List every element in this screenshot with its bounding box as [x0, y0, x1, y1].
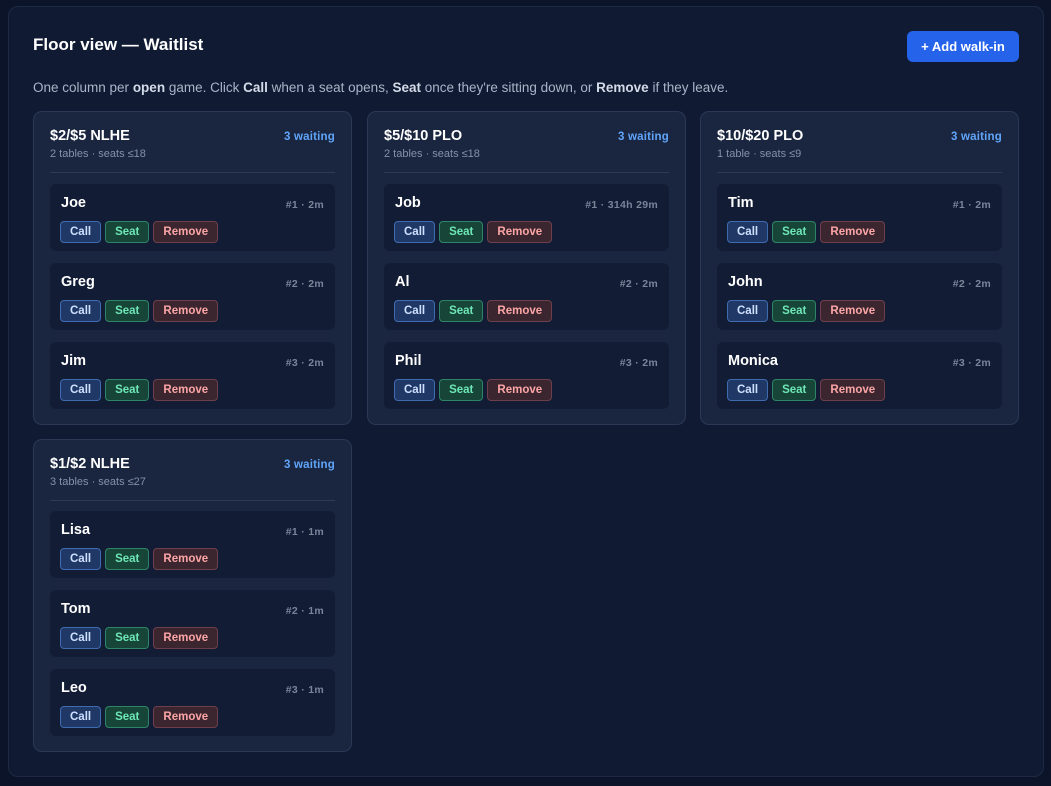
remove-button[interactable]: Remove	[153, 221, 219, 243]
position-time: #3 · 1m	[285, 684, 324, 696]
game-column: $10/$20 PLO 1 table · seats ≤9 3 waiting…	[700, 111, 1019, 425]
seat-button[interactable]: Seat	[105, 706, 150, 728]
remove-button[interactable]: Remove	[153, 379, 219, 401]
divider	[50, 500, 335, 501]
call-button[interactable]: Call	[727, 221, 769, 243]
call-button[interactable]: Call	[60, 221, 102, 243]
player-name: Jim	[61, 353, 86, 369]
waitlist-entry: Tom #2 · 1m Call Seat Remove	[50, 590, 335, 657]
call-button[interactable]: Call	[60, 548, 102, 570]
waitlist-entry: Phil #3 · 2m Call Seat Remove	[384, 342, 669, 409]
waiting-count: 3 waiting	[617, 131, 669, 143]
position-time: #2 · 2m	[285, 278, 324, 290]
waiting-count: 3 waiting	[283, 459, 335, 471]
seat-button[interactable]: Seat	[105, 221, 150, 243]
position-time: #2 · 2m	[952, 278, 991, 290]
waitlist-entry: Al #2 · 2m Call Seat Remove	[384, 263, 669, 330]
remove-button[interactable]: Remove	[820, 221, 886, 243]
waiting-count: 3 waiting	[950, 131, 1002, 143]
call-button[interactable]: Call	[394, 379, 436, 401]
waitlist-entry: Tim #1 · 2m Call Seat Remove	[717, 184, 1002, 251]
player-name: Phil	[395, 353, 422, 369]
remove-button[interactable]: Remove	[153, 300, 219, 322]
game-column: $1/$2 NLHE 3 tables · seats ≤27 3 waitin…	[33, 439, 352, 752]
seat-button[interactable]: Seat	[105, 548, 150, 570]
remove-button[interactable]: Remove	[153, 706, 219, 728]
game-column: $5/$10 PLO 2 tables · seats ≤18 3 waitin…	[367, 111, 686, 425]
player-name: Al	[395, 274, 410, 290]
game-meta: 3 tables · seats ≤27	[50, 476, 146, 488]
call-button[interactable]: Call	[727, 300, 769, 322]
remove-button[interactable]: Remove	[153, 627, 219, 649]
game-meta: 2 tables · seats ≤18	[384, 148, 480, 160]
waitlist-entry: Jim #3 · 2m Call Seat Remove	[50, 342, 335, 409]
seat-button[interactable]: Seat	[105, 300, 150, 322]
call-button[interactable]: Call	[394, 221, 436, 243]
seat-button[interactable]: Seat	[105, 627, 150, 649]
position-time: #1 · 2m	[952, 199, 991, 211]
seat-button[interactable]: Seat	[439, 221, 484, 243]
player-name: Greg	[61, 274, 95, 290]
waitlist-entry: Monica #3 · 2m Call Seat Remove	[717, 342, 1002, 409]
instructions-text: One column per open game. Click Call whe…	[33, 80, 729, 95]
position-time: #2 · 1m	[285, 605, 324, 617]
remove-button[interactable]: Remove	[820, 379, 886, 401]
remove-button[interactable]: Remove	[487, 300, 553, 322]
position-time: #2 · 2m	[619, 278, 658, 290]
position-time: #3 · 2m	[619, 357, 658, 369]
position-time: #1 · 314h 29m	[585, 199, 658, 211]
position-time: #3 · 2m	[285, 357, 324, 369]
call-button[interactable]: Call	[60, 627, 102, 649]
remove-button[interactable]: Remove	[820, 300, 886, 322]
waitlist-entry: John #2 · 2m Call Seat Remove	[717, 263, 1002, 330]
player-name: Tim	[728, 195, 754, 211]
waitlist-panel: Floor view — Waitlist + Add walk-in One …	[8, 6, 1044, 777]
waitlist-entry: Leo #3 · 1m Call Seat Remove	[50, 669, 335, 736]
call-button[interactable]: Call	[727, 379, 769, 401]
waitlist-entry: Job #1 · 314h 29m Call Seat Remove	[384, 184, 669, 251]
player-name: Leo	[61, 680, 87, 696]
position-time: #1 · 1m	[285, 526, 324, 538]
seat-button[interactable]: Seat	[772, 379, 817, 401]
waitlist-entry: Greg #2 · 2m Call Seat Remove	[50, 263, 335, 330]
remove-button[interactable]: Remove	[153, 548, 219, 570]
player-name: Lisa	[61, 522, 91, 538]
player-name: Job	[395, 195, 421, 211]
divider	[50, 172, 335, 173]
divider	[384, 172, 669, 173]
seat-button[interactable]: Seat	[439, 300, 484, 322]
game-column: $2/$5 NLHE 2 tables · seats ≤18 3 waitin…	[33, 111, 352, 425]
player-name: John	[728, 274, 763, 290]
remove-button[interactable]: Remove	[487, 379, 553, 401]
player-name: Joe	[61, 195, 86, 211]
waiting-count: 3 waiting	[283, 131, 335, 143]
add-walk-in-button[interactable]: + Add walk-in	[907, 31, 1019, 62]
seat-button[interactable]: Seat	[772, 300, 817, 322]
call-button[interactable]: Call	[60, 706, 102, 728]
remove-button[interactable]: Remove	[487, 221, 553, 243]
position-time: #1 · 2m	[285, 199, 324, 211]
position-time: #3 · 2m	[952, 357, 991, 369]
seat-button[interactable]: Seat	[772, 221, 817, 243]
call-button[interactable]: Call	[60, 379, 102, 401]
waitlist-entry: Lisa #1 · 1m Call Seat Remove	[50, 511, 335, 578]
game-meta: 1 table · seats ≤9	[717, 148, 802, 160]
divider	[717, 172, 1002, 173]
seat-button[interactable]: Seat	[439, 379, 484, 401]
player-name: Tom	[61, 601, 91, 617]
page-title: Floor view — Waitlist	[33, 35, 204, 54]
player-name: Monica	[728, 353, 778, 369]
waitlist-entry: Joe #1 · 2m Call Seat Remove	[50, 184, 335, 251]
game-meta: 2 tables · seats ≤18	[50, 148, 146, 160]
call-button[interactable]: Call	[394, 300, 436, 322]
call-button[interactable]: Call	[60, 300, 102, 322]
seat-button[interactable]: Seat	[105, 379, 150, 401]
